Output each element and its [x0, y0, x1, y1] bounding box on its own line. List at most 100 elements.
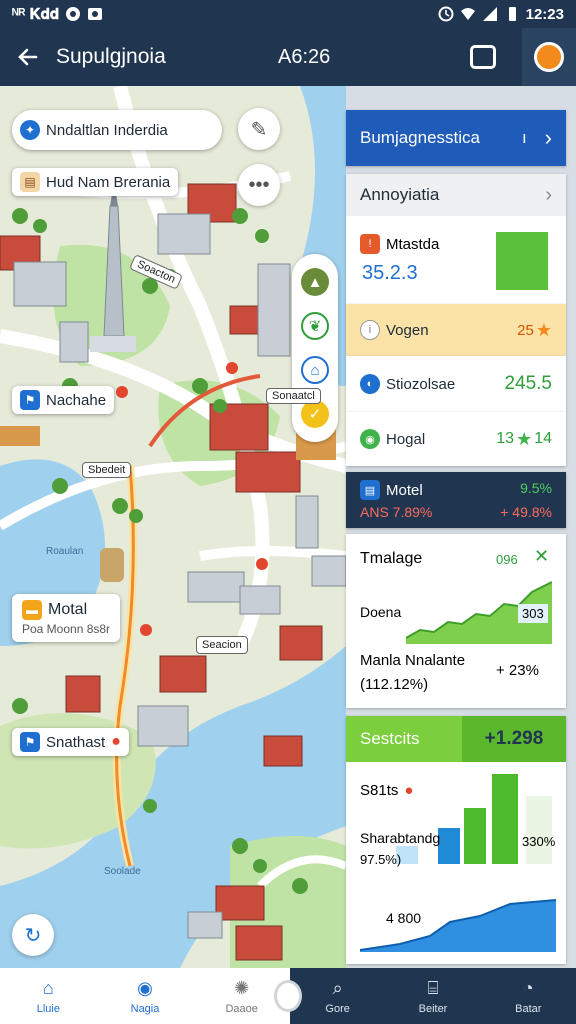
store-icon: ⌸: [427, 978, 439, 998]
app-bar-time: A6:26: [278, 45, 331, 68]
nav-store[interactable]: ⌸ Beiter: [385, 968, 480, 1024]
water-label-soolade: Soolade: [104, 866, 141, 877]
more-button[interactable]: •••: [238, 164, 280, 206]
bottom-nav-left: ⌂ Lluie ◉ Nagia ✺ Daaoe: [0, 968, 290, 1024]
card-item-mtastda: ! Mtastda: [360, 234, 439, 254]
locate-button[interactable]: ↻: [12, 914, 54, 956]
row-motel[interactable]: ▤ Motel 9.5% ANS 7.89% + 49.8%: [346, 472, 566, 528]
stats-sub2: 97.5%): [360, 852, 402, 867]
hotel-bed-icon: ▬: [22, 600, 42, 620]
panel-header[interactable]: Bumjagnesstica ı ›: [346, 110, 566, 166]
trend-row-sub: (112.12%): [360, 676, 429, 693]
row-stio-label: Stiozolsae: [386, 375, 456, 393]
chevron-right-icon: ›: [545, 183, 552, 206]
map-label-motal-sub: Poa Moonn 8s8r: [22, 622, 111, 636]
more-horizontal-icon: •••: [248, 173, 270, 196]
card-annoyiatia[interactable]: Annoyiatia › ! Mtastda 35.2.3: [346, 174, 566, 304]
star-icon: ★: [516, 428, 533, 449]
battery-icon: [508, 7, 516, 21]
row-hogal[interactable]: ◉ Hogal 13 ★ 14: [346, 412, 566, 466]
map-search-bar[interactable]: ✦ Nndaltlan Inderdia: [12, 110, 222, 150]
panel-header-title: Bumjagnesstica: [360, 128, 481, 147]
card-stats[interactable]: Sestcits +1.298 S81ts ● Sharabtandg 97.5…: [346, 716, 566, 964]
row-vogen[interactable]: i Vogen 25 ★: [346, 304, 566, 356]
trend-row-label: Manla Nnalante: [360, 652, 466, 669]
nav-profile[interactable]: ◔ Batar: [481, 968, 576, 1024]
status-left: ᴺᴿ 𝐊𝐝𝐝: [12, 6, 103, 23]
panel-header-right: ı ›: [522, 125, 552, 151]
row-hogal-left: ◉ Hogal: [360, 429, 425, 449]
stats-bar-chart: [396, 774, 552, 864]
row-stiozolsae[interactable]: ◐ Stiozolsae 245.5: [346, 356, 566, 412]
map-label-motal-text: Motal: [48, 601, 88, 618]
map-tag-seacion[interactable]: Seacion: [196, 636, 248, 654]
map-label-nachahe[interactable]: ⚑ Nachahe: [12, 386, 115, 414]
nav-map[interactable]: ◉ Nagia: [97, 968, 194, 1024]
trend-mid-label: Doena: [360, 604, 402, 620]
home-indicator-button[interactable]: [274, 980, 302, 1012]
row-stio-value: 245.5: [504, 373, 552, 394]
map-tag-seacion-text: Seacion: [202, 639, 242, 651]
navigate-tool-button[interactable]: ⌂: [301, 356, 329, 384]
map-tool-strip: ▲ ❦ ⌂ ✓: [292, 254, 338, 442]
compass-icon: ↻: [24, 924, 42, 947]
leaf-icon: ❦: [308, 318, 322, 335]
pin-icon: ●: [111, 733, 121, 750]
layers-tool-button[interactable]: ▲: [301, 268, 329, 296]
flag-icon: ⚑: [20, 732, 40, 752]
wrench-icon: ✎: [250, 118, 268, 141]
nav-search[interactable]: ⌕ Gore: [290, 968, 385, 1024]
row-hogal-right: 13 ★ 14: [496, 429, 552, 450]
image-icon: [88, 8, 103, 20]
stats-value1: 330%: [522, 834, 556, 849]
navigation-icon: ⌂: [310, 361, 320, 379]
map-label-hotel-text: Hud Nam Brerania: [46, 173, 171, 191]
back-button[interactable]: [0, 28, 56, 86]
tools-button[interactable]: ✎: [238, 108, 280, 150]
fullscreen-button[interactable]: [466, 40, 500, 74]
motal-title-row: ▬ Motal: [22, 600, 87, 620]
leaf-tool-button[interactable]: ❦: [301, 312, 329, 340]
row-motel-label: Motel: [386, 481, 423, 499]
map-search-text: Nndaltlan Inderdia: [46, 121, 168, 139]
bed-icon: ▤: [360, 480, 380, 500]
close-icon[interactable]: ✕: [534, 546, 549, 567]
panel-header-count: ı: [521, 128, 527, 147]
check-tool-button[interactable]: ✓: [301, 400, 329, 428]
status-left-text: ᴺᴿ 𝐊𝐝𝐝: [12, 5, 60, 23]
nav-profile-label: Batar: [515, 1002, 542, 1015]
status-bar: ᴺᴿ 𝐊𝐝𝐝 12:23: [0, 0, 576, 28]
trend-title: Tmalage: [360, 550, 423, 567]
notification-icon: [66, 7, 81, 21]
row-vogen-label: Vogen: [386, 321, 429, 339]
trend-top-value: 096: [496, 552, 518, 567]
stats-header: Sestcits +1.298: [346, 716, 566, 762]
row-motel-value-c: + 49.8%: [500, 504, 552, 520]
nav-explore-label: Daaoe: [225, 1002, 258, 1015]
search-icon: ⌕: [332, 978, 343, 998]
nav-store-label: Beiter: [418, 1002, 448, 1015]
alarm-icon: [438, 6, 454, 22]
chevron-right-icon: ›: [544, 125, 552, 150]
star-icon: ★: [535, 319, 552, 340]
map-label-snathast[interactable]: ⚑ Snathast ●: [12, 728, 129, 756]
map-label-hotel[interactable]: ▤ Hud Nam Brerania: [12, 168, 179, 196]
map-tag-sonaatcl[interactable]: Sonaatcl: [266, 388, 321, 404]
water-label-roaulan: Roaulan: [46, 546, 84, 557]
row-vogen-right: 25 ★: [517, 320, 552, 341]
card-item-mtastda-value: 35.2.3: [362, 262, 418, 284]
status-right: 12:23: [438, 6, 564, 23]
card-item-mtastda-label: Mtastda: [386, 235, 440, 253]
compass-icon: ✺: [234, 978, 250, 998]
home-icon: ⌂: [42, 978, 54, 998]
row-vogen-value: 25: [517, 321, 534, 339]
mtastda-level-bar: [496, 232, 548, 290]
card-trend[interactable]: Tmalage 096 ✕ Doena 303 Manla Nnalante (…: [346, 534, 566, 708]
profile-avatar-button[interactable]: [522, 28, 576, 86]
app-title: Supulgjnoia: [56, 45, 166, 68]
map-label-motal[interactable]: ▬ Motal Poa Moonn 8s8r: [12, 594, 121, 642]
map-tag-sbedeit[interactable]: Sbedeit: [82, 462, 132, 478]
check-icon: ✓: [308, 406, 322, 423]
nav-home[interactable]: ⌂ Lluie: [0, 968, 97, 1024]
row-stio-content: ◐ Stiozolsae 245.5: [346, 356, 566, 412]
